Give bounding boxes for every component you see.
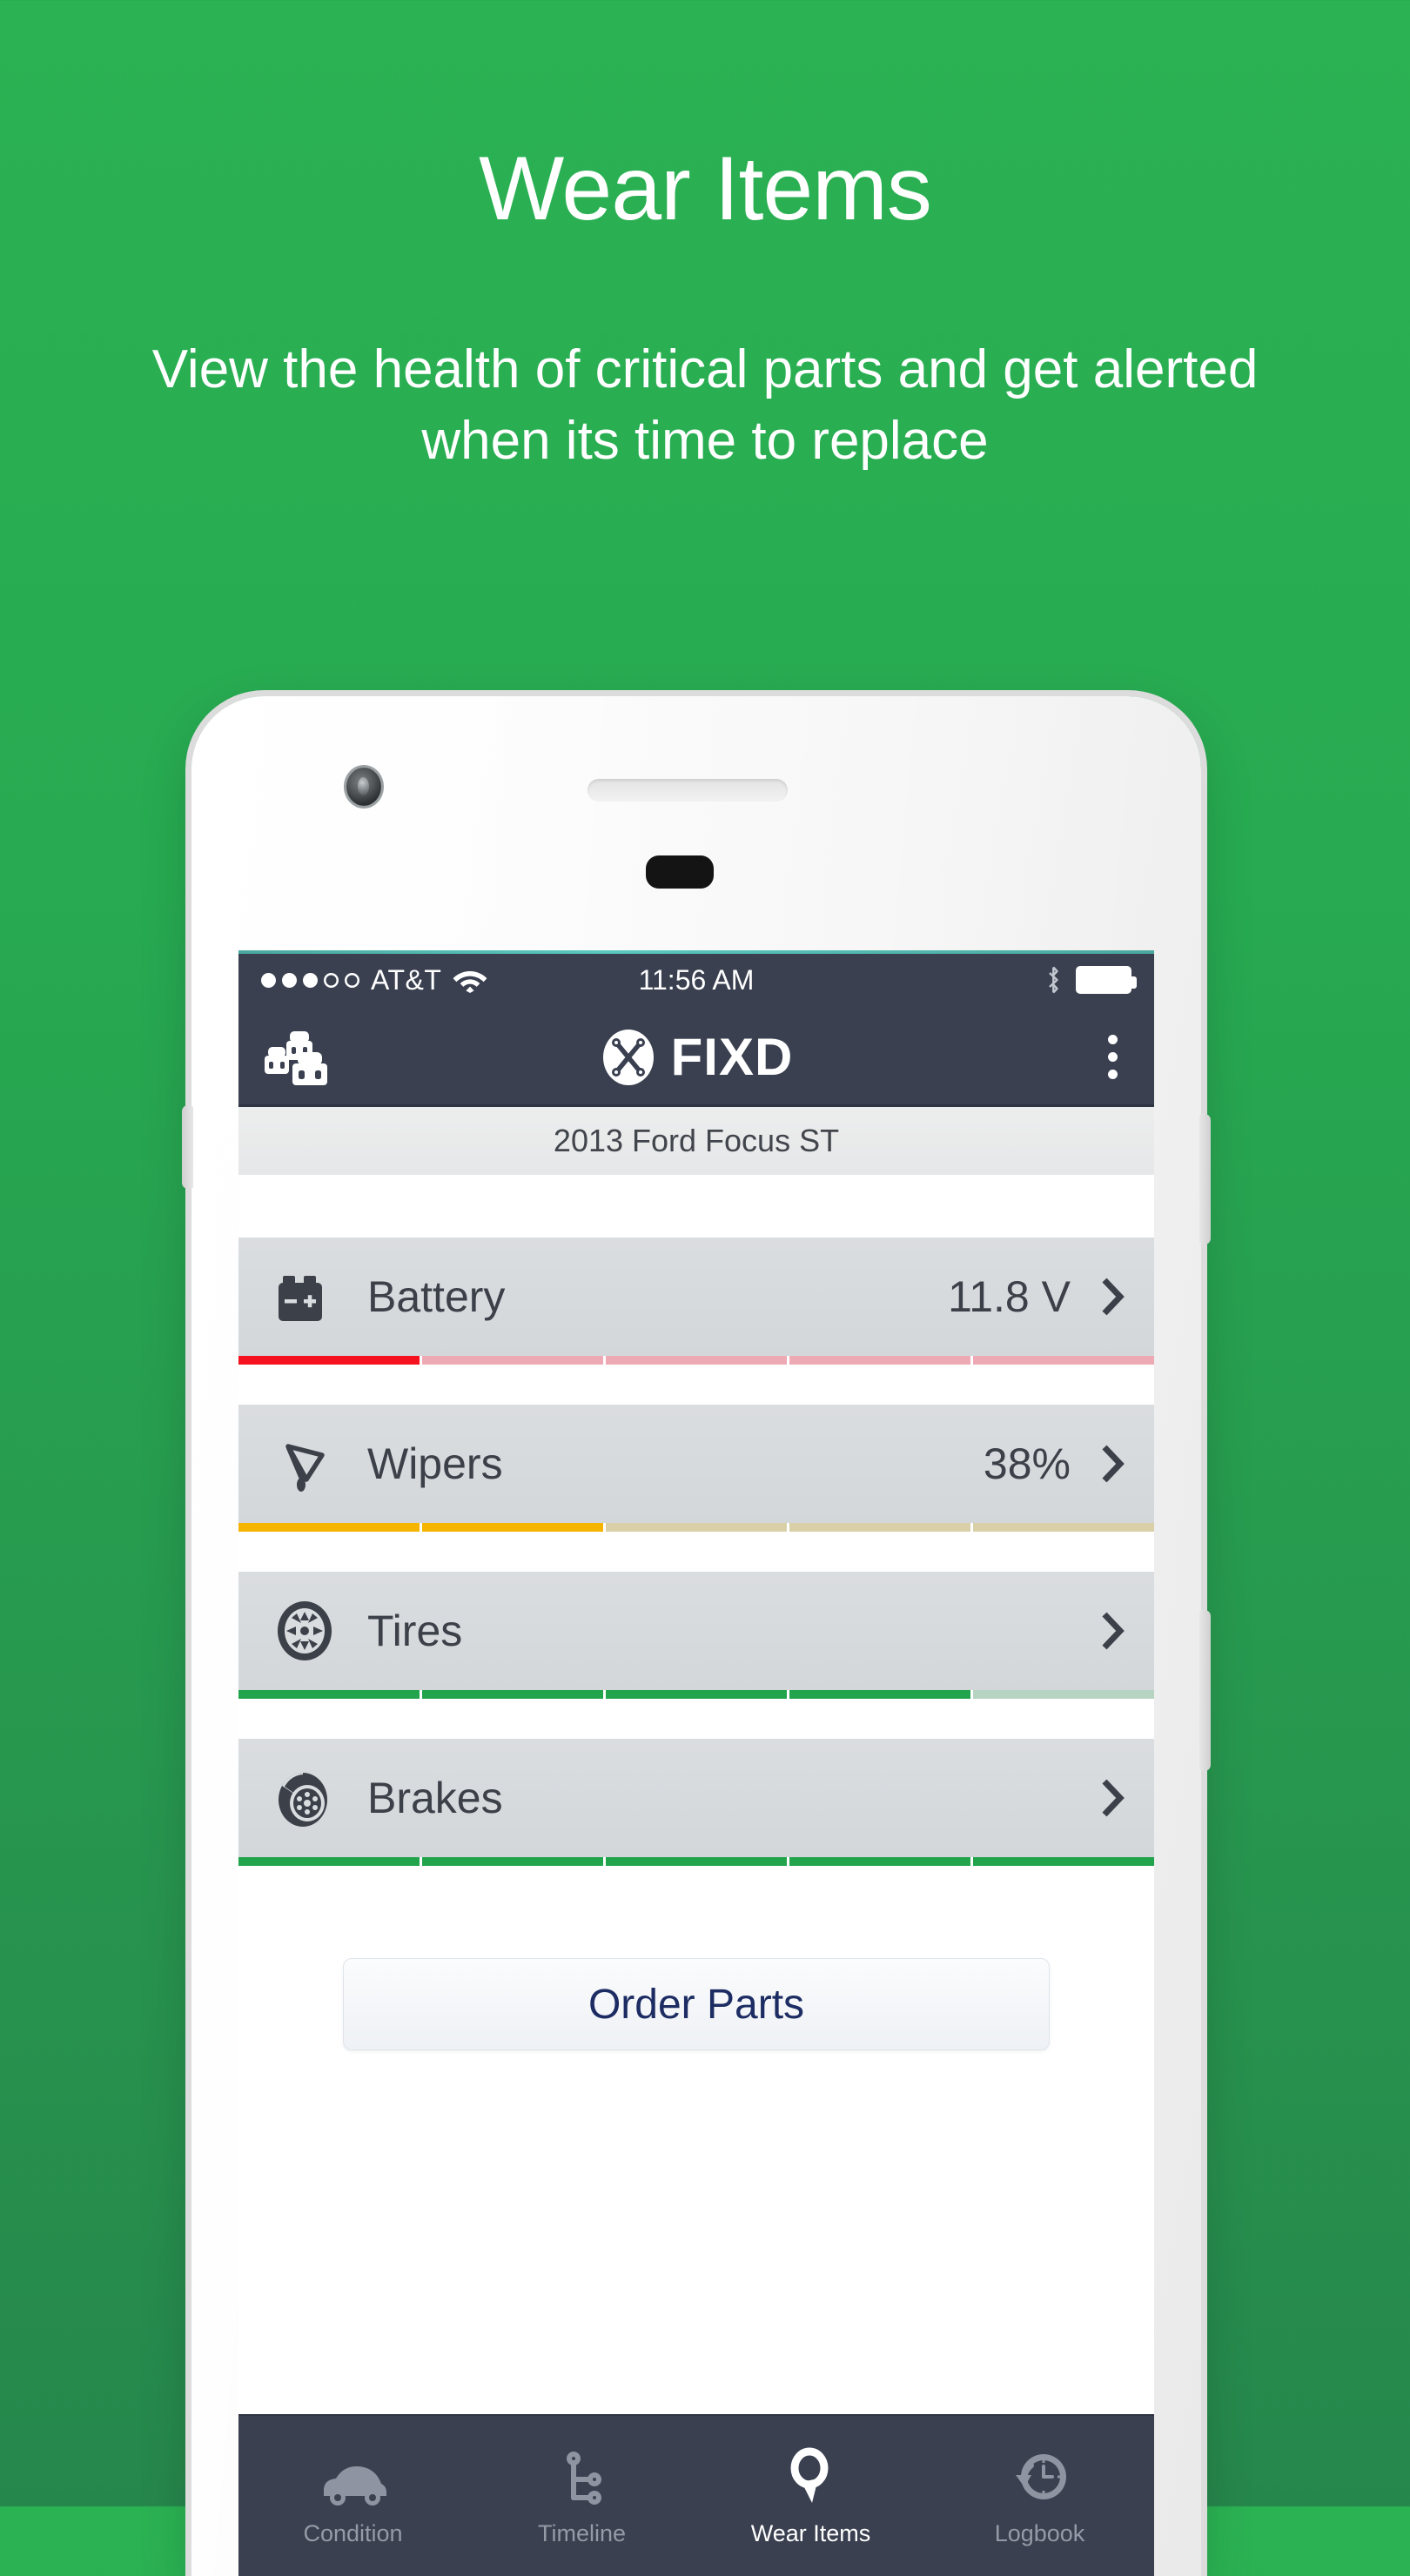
status-right: [1044, 966, 1137, 994]
phone-mockup: AT&T 11:56 AM FIXD 2013 Ford Focus ST Ba…: [182, 696, 1211, 2576]
magnifier-search-icon: [785, 2445, 837, 2508]
wear-meter: [238, 1523, 1154, 1532]
battery-full-icon: [1076, 966, 1137, 994]
status-left: AT&T: [261, 964, 487, 996]
fixd-wrench-logo-icon: [600, 1029, 657, 1086]
cars-garage-icon[interactable]: [263, 1026, 341, 1089]
wear-item-label: Battery: [367, 1272, 506, 1321]
proximity-sensor: [646, 855, 714, 889]
branch-timeline-icon: [556, 2445, 608, 2508]
bottom-tab-bar: Condition Timeline Wear Items Logbook: [238, 2414, 1154, 2576]
clock-history-icon: [1009, 2445, 1071, 2508]
wear-item-value: 11.8 V: [948, 1272, 1071, 1321]
brake-rotor-icon: [268, 1761, 341, 1835]
car-battery-icon: [268, 1260, 341, 1333]
tab-timeline[interactable]: Timeline: [467, 2445, 696, 2547]
wear-item-tires[interactable]: Tires: [238, 1572, 1154, 1699]
silent-switch[interactable]: [182, 1105, 193, 1189]
order-parts-label: Order Parts: [588, 1981, 805, 2028]
promo-block: Wear Items View the health of critical p…: [0, 0, 1410, 477]
wear-meter: [238, 1356, 1154, 1365]
wear-item-brakes[interactable]: Brakes: [238, 1739, 1154, 1866]
chevron-right-icon[interactable]: [1071, 1611, 1154, 1651]
volume-down-button[interactable]: [1199, 1610, 1211, 1771]
bluetooth-icon: [1044, 966, 1062, 994]
carrier-label: AT&T: [371, 963, 442, 996]
order-parts-section: Order Parts: [238, 1906, 1154, 2050]
wear-items-list: Battery 11.8 V Wipers 38% Tires Brakes: [238, 1175, 1154, 1866]
wear-item-label: Wipers: [367, 1439, 503, 1488]
brand-name: FIXD: [670, 1028, 794, 1086]
tab-label: Timeline: [537, 2519, 627, 2546]
wear-item-value: 38%: [983, 1439, 1071, 1488]
app-bar: FIXD: [238, 1010, 1154, 1107]
wear-meter: [238, 1857, 1154, 1866]
chevron-right-icon[interactable]: [1071, 1444, 1154, 1484]
tab-label: Condition: [303, 2519, 403, 2546]
wear-item-wipers[interactable]: Wipers 38%: [238, 1405, 1154, 1532]
wear-item-battery[interactable]: Battery 11.8 V: [238, 1238, 1154, 1365]
chevron-right-icon[interactable]: [1071, 1277, 1154, 1317]
front-camera-icon: [346, 768, 381, 806]
volume-up-button[interactable]: [1199, 1114, 1211, 1244]
brand-logo: FIXD: [238, 1027, 1154, 1087]
wear-item-label: Brakes: [367, 1774, 503, 1822]
phone-screen: AT&T 11:56 AM FIXD 2013 Ford Focus ST Ba…: [238, 950, 1154, 2576]
tire-wheel-icon: [268, 1594, 341, 1667]
tab-label: Logbook: [994, 2519, 1085, 2546]
car-side-icon: [319, 2445, 388, 2508]
tab-wear-items[interactable]: Wear Items: [696, 2445, 925, 2547]
status-bar: AT&T 11:56 AM: [238, 950, 1154, 1010]
earpiece-speaker: [588, 779, 788, 802]
windshield-wiper-icon: [268, 1427, 341, 1500]
wifi-icon: [453, 967, 487, 993]
vehicle-name: 2013 Ford Focus ST: [553, 1123, 840, 1158]
wear-meter: [238, 1690, 1154, 1699]
wear-item-label: Tires: [367, 1607, 463, 1655]
order-parts-button[interactable]: Order Parts: [343, 1958, 1050, 2050]
tab-label: Wear Items: [750, 2519, 871, 2546]
vehicle-selector[interactable]: 2013 Ford Focus ST: [238, 1107, 1154, 1175]
chevron-right-icon[interactable]: [1071, 1778, 1154, 1818]
signal-dots-icon: [261, 972, 359, 988]
tab-condition[interactable]: Condition: [238, 2445, 467, 2547]
tab-logbook[interactable]: Logbook: [925, 2445, 1154, 2547]
kebab-menu-icon[interactable]: [1096, 1026, 1130, 1088]
page-title: Wear Items: [479, 138, 932, 239]
page-subtitle: View the health of critical parts and ge…: [151, 339, 1259, 472]
